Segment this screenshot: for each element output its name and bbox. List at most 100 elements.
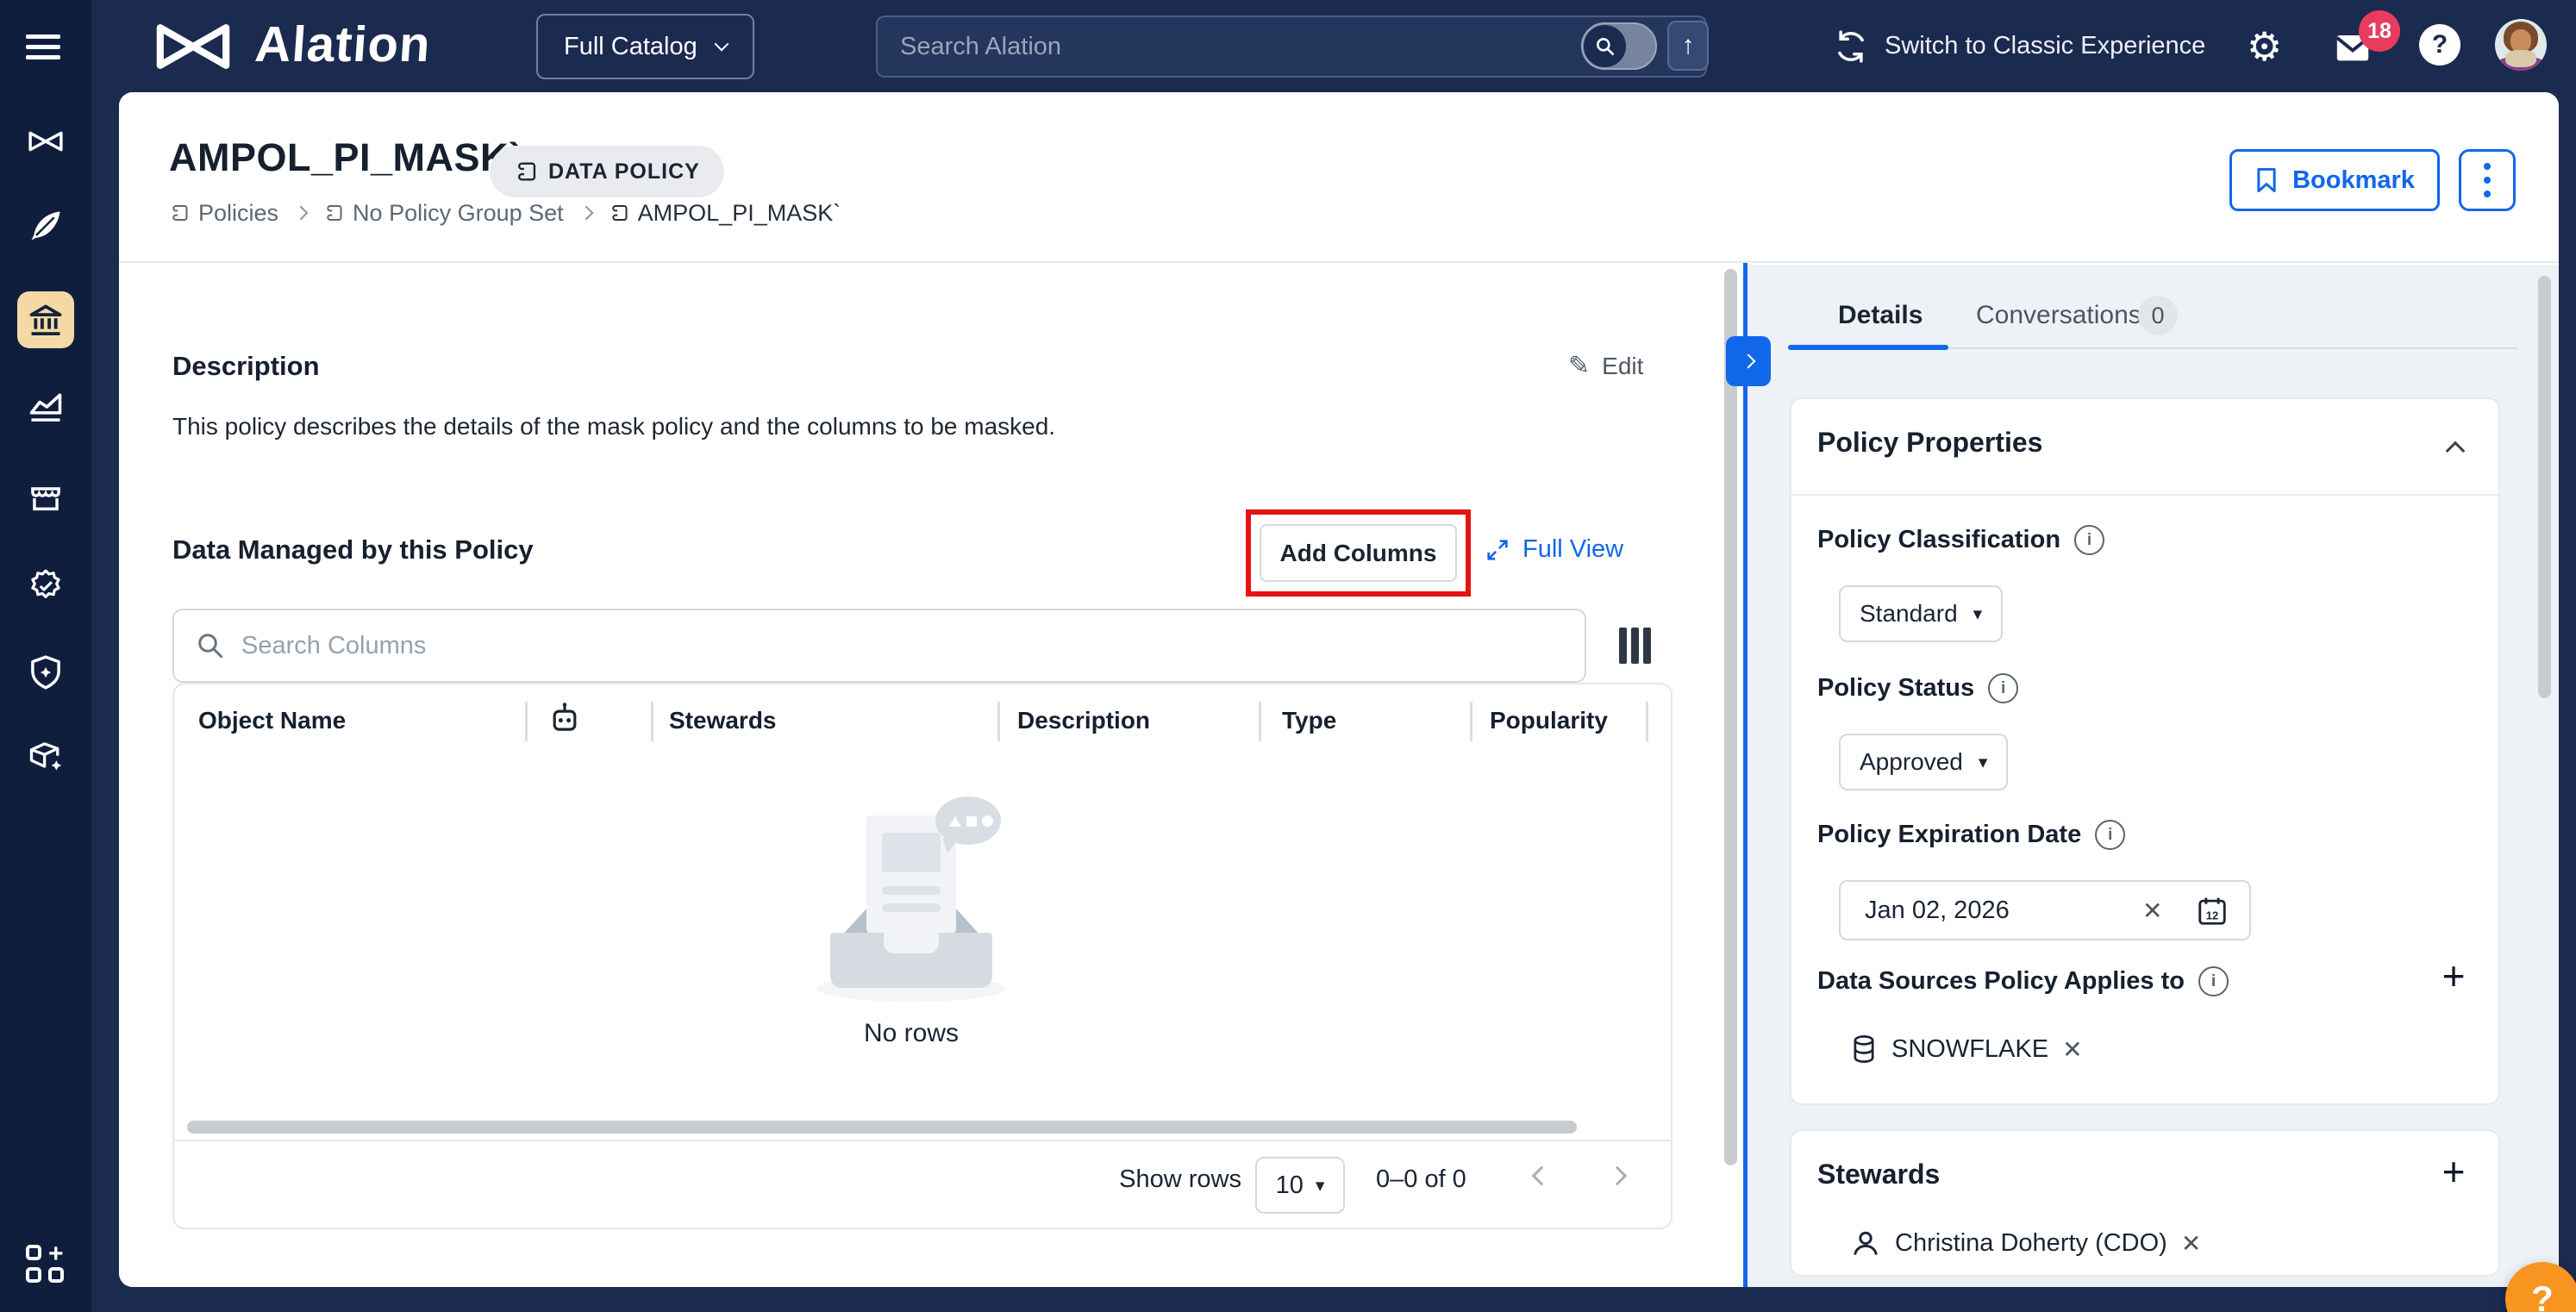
breadcrumb-label: No Policy Group Set	[353, 200, 564, 227]
tab-conversations[interactable]: Conversations	[1976, 301, 2141, 330]
description-heading: Description	[172, 351, 320, 382]
hamburger-menu-icon[interactable]	[26, 34, 60, 59]
search-columns-input[interactable]	[172, 609, 1586, 683]
column-header-stewards[interactable]: Stewards	[669, 707, 777, 734]
annotation-highlight-box: Add Columns	[1246, 509, 1471, 597]
caret-down-icon: ▾	[1316, 1175, 1325, 1196]
expiration-date-field[interactable]: Jan 02, 2026 ✕ 12	[1839, 880, 2251, 940]
sidebar-item-marketplace-store-icon[interactable]	[27, 479, 65, 517]
empty-state-text: No rows	[739, 1019, 1084, 1048]
clear-date-icon[interactable]: ✕	[2142, 897, 2162, 925]
object-type-label: DATA POLICY	[548, 159, 700, 184]
pencil-icon: ✎	[1568, 351, 1590, 381]
search-mode-toggle[interactable]	[1581, 22, 1657, 70]
status-value: Approved	[1860, 748, 1963, 776]
sidebar-item-catalog-bowtie-icon[interactable]	[27, 122, 65, 160]
edit-description-button[interactable]: ✎ Edit	[1568, 351, 1643, 381]
info-icon[interactable]: i	[1988, 673, 2018, 703]
expiration-label-row: Policy Expiration Date i	[1817, 820, 2125, 850]
show-rows-label: Show rows	[1052, 1165, 1241, 1194]
sync-icon	[1833, 29, 1869, 64]
sidebar-item-compose-feather-icon[interactable]	[27, 207, 65, 245]
calendar-icon[interactable]: 12	[2196, 895, 2229, 928]
column-header-object-name[interactable]: Object Name	[198, 707, 346, 734]
policy-scroll-icon	[323, 203, 344, 223]
breadcrumb-label: Policies	[198, 200, 278, 227]
search-icon	[1584, 25, 1626, 67]
column-header-type[interactable]: Type	[1282, 707, 1336, 734]
collapse-section-icon[interactable]	[2446, 441, 2466, 461]
kebab-icon	[2484, 163, 2491, 197]
steward-chip: Christina Doherty (CDO) ✕	[1850, 1228, 2201, 1259]
person-icon	[1850, 1228, 1881, 1259]
search-icon	[195, 630, 226, 661]
switch-to-classic-link[interactable]: Switch to Classic Experience	[1885, 0, 2205, 92]
breadcrumb-item-policies[interactable]: Policies	[169, 200, 278, 227]
column-picker-icon[interactable]	[1619, 628, 1651, 664]
sidebar-item-trust-shield-icon[interactable]	[27, 653, 65, 691]
tab-details[interactable]: Details	[1838, 301, 1923, 330]
add-data-source-button[interactable]: +	[2431, 956, 2476, 996]
data-managed-heading: Data Managed by this Policy	[172, 534, 534, 565]
status-dropdown[interactable]: Approved ▾	[1839, 734, 2008, 790]
notifications-count-badge: 18	[2359, 10, 2400, 52]
policy-properties-heading: Policy Properties	[1817, 427, 2042, 459]
add-steward-button[interactable]: +	[2431, 1152, 2476, 1191]
bookmark-icon	[2254, 166, 2279, 194]
sidebar-item-certification-badge-icon[interactable]	[27, 567, 65, 605]
rows-per-page-dropdown[interactable]: 10 ▾	[1255, 1157, 1345, 1214]
next-page-button[interactable]	[1610, 1169, 1624, 1187]
top-bar: Alation Full Catalog ↑ Switch to Classic…	[0, 0, 2576, 92]
policy-properties-card: Policy Properties Policy Classification …	[1790, 397, 2500, 1105]
data-source-name[interactable]: SNOWFLAKE	[1891, 1035, 2048, 1064]
empty-state-illustration	[816, 797, 1006, 1012]
avatar-face	[2510, 29, 2531, 53]
classification-label: Policy Classification	[1817, 526, 2060, 554]
stewards-heading: Stewards	[1817, 1159, 1940, 1190]
sidebar-item-data-products-cube-icon[interactable]	[27, 738, 65, 776]
breadcrumb-item-group-set[interactable]: No Policy Group Set	[323, 200, 564, 227]
column-header-description[interactable]: Description	[1017, 707, 1150, 734]
active-tab-underline	[1788, 345, 1948, 350]
bookmark-button[interactable]: Bookmark	[2229, 149, 2440, 211]
sidebar-item-governance-bank-icon[interactable]	[27, 302, 65, 340]
remove-steward-icon[interactable]: ✕	[2181, 1229, 2201, 1258]
classification-dropdown[interactable]: Standard ▾	[1839, 585, 2003, 642]
caret-down-icon: ▾	[1973, 603, 1983, 625]
data-source-chip: SNOWFLAKE ✕	[1850, 1034, 2083, 1065]
alation-logo-icon[interactable]	[145, 21, 241, 72]
main-vertical-scrollbar[interactable]	[1724, 269, 1737, 1165]
expiration-label: Policy Expiration Date	[1817, 821, 2081, 849]
catalog-scope-dropdown[interactable]: Full Catalog	[536, 14, 754, 79]
chevron-right-icon	[294, 206, 309, 221]
search-submit-button[interactable]: ↑	[1667, 21, 1709, 71]
apps-launcher-icon[interactable]: +	[26, 1245, 66, 1284]
panel-vertical-scrollbar[interactable]	[2538, 276, 2551, 698]
steward-name[interactable]: Christina Doherty (CDO)	[1895, 1229, 2167, 1258]
settings-gear-icon[interactable]: ⚙	[2247, 0, 2282, 92]
collapse-panel-button[interactable]	[1726, 336, 1771, 386]
user-avatar[interactable]	[2495, 19, 2547, 71]
side-nav: +	[0, 0, 91, 1312]
policy-scroll-icon	[514, 159, 538, 184]
info-icon[interactable]: i	[2198, 966, 2229, 996]
add-columns-button[interactable]: Add Columns	[1260, 524, 1457, 582]
chevron-right-icon	[1741, 354, 1756, 369]
help-icon[interactable]: ?	[2419, 24, 2460, 66]
full-view-link[interactable]: Full View	[1485, 535, 1623, 564]
catalog-scope-label: Full Catalog	[564, 33, 697, 61]
database-icon	[1850, 1034, 1878, 1065]
remove-data-source-icon[interactable]: ✕	[2062, 1035, 2082, 1064]
sidebar-item-analytics-chart-icon[interactable]	[27, 388, 65, 426]
previous-page-button[interactable]	[1535, 1169, 1548, 1187]
info-icon[interactable]: i	[2095, 820, 2125, 850]
more-actions-button[interactable]	[2459, 149, 2516, 211]
info-icon[interactable]: i	[2074, 525, 2104, 555]
column-header-popularity[interactable]: Popularity	[1490, 707, 1608, 734]
avatar-scarf	[2505, 50, 2536, 67]
expand-icon	[1485, 537, 1510, 563]
horizontal-scrollbar[interactable]	[187, 1121, 1577, 1134]
policy-scroll-icon	[169, 203, 190, 223]
chevron-down-icon	[714, 37, 728, 52]
robot-column-icon[interactable]	[547, 700, 583, 736]
